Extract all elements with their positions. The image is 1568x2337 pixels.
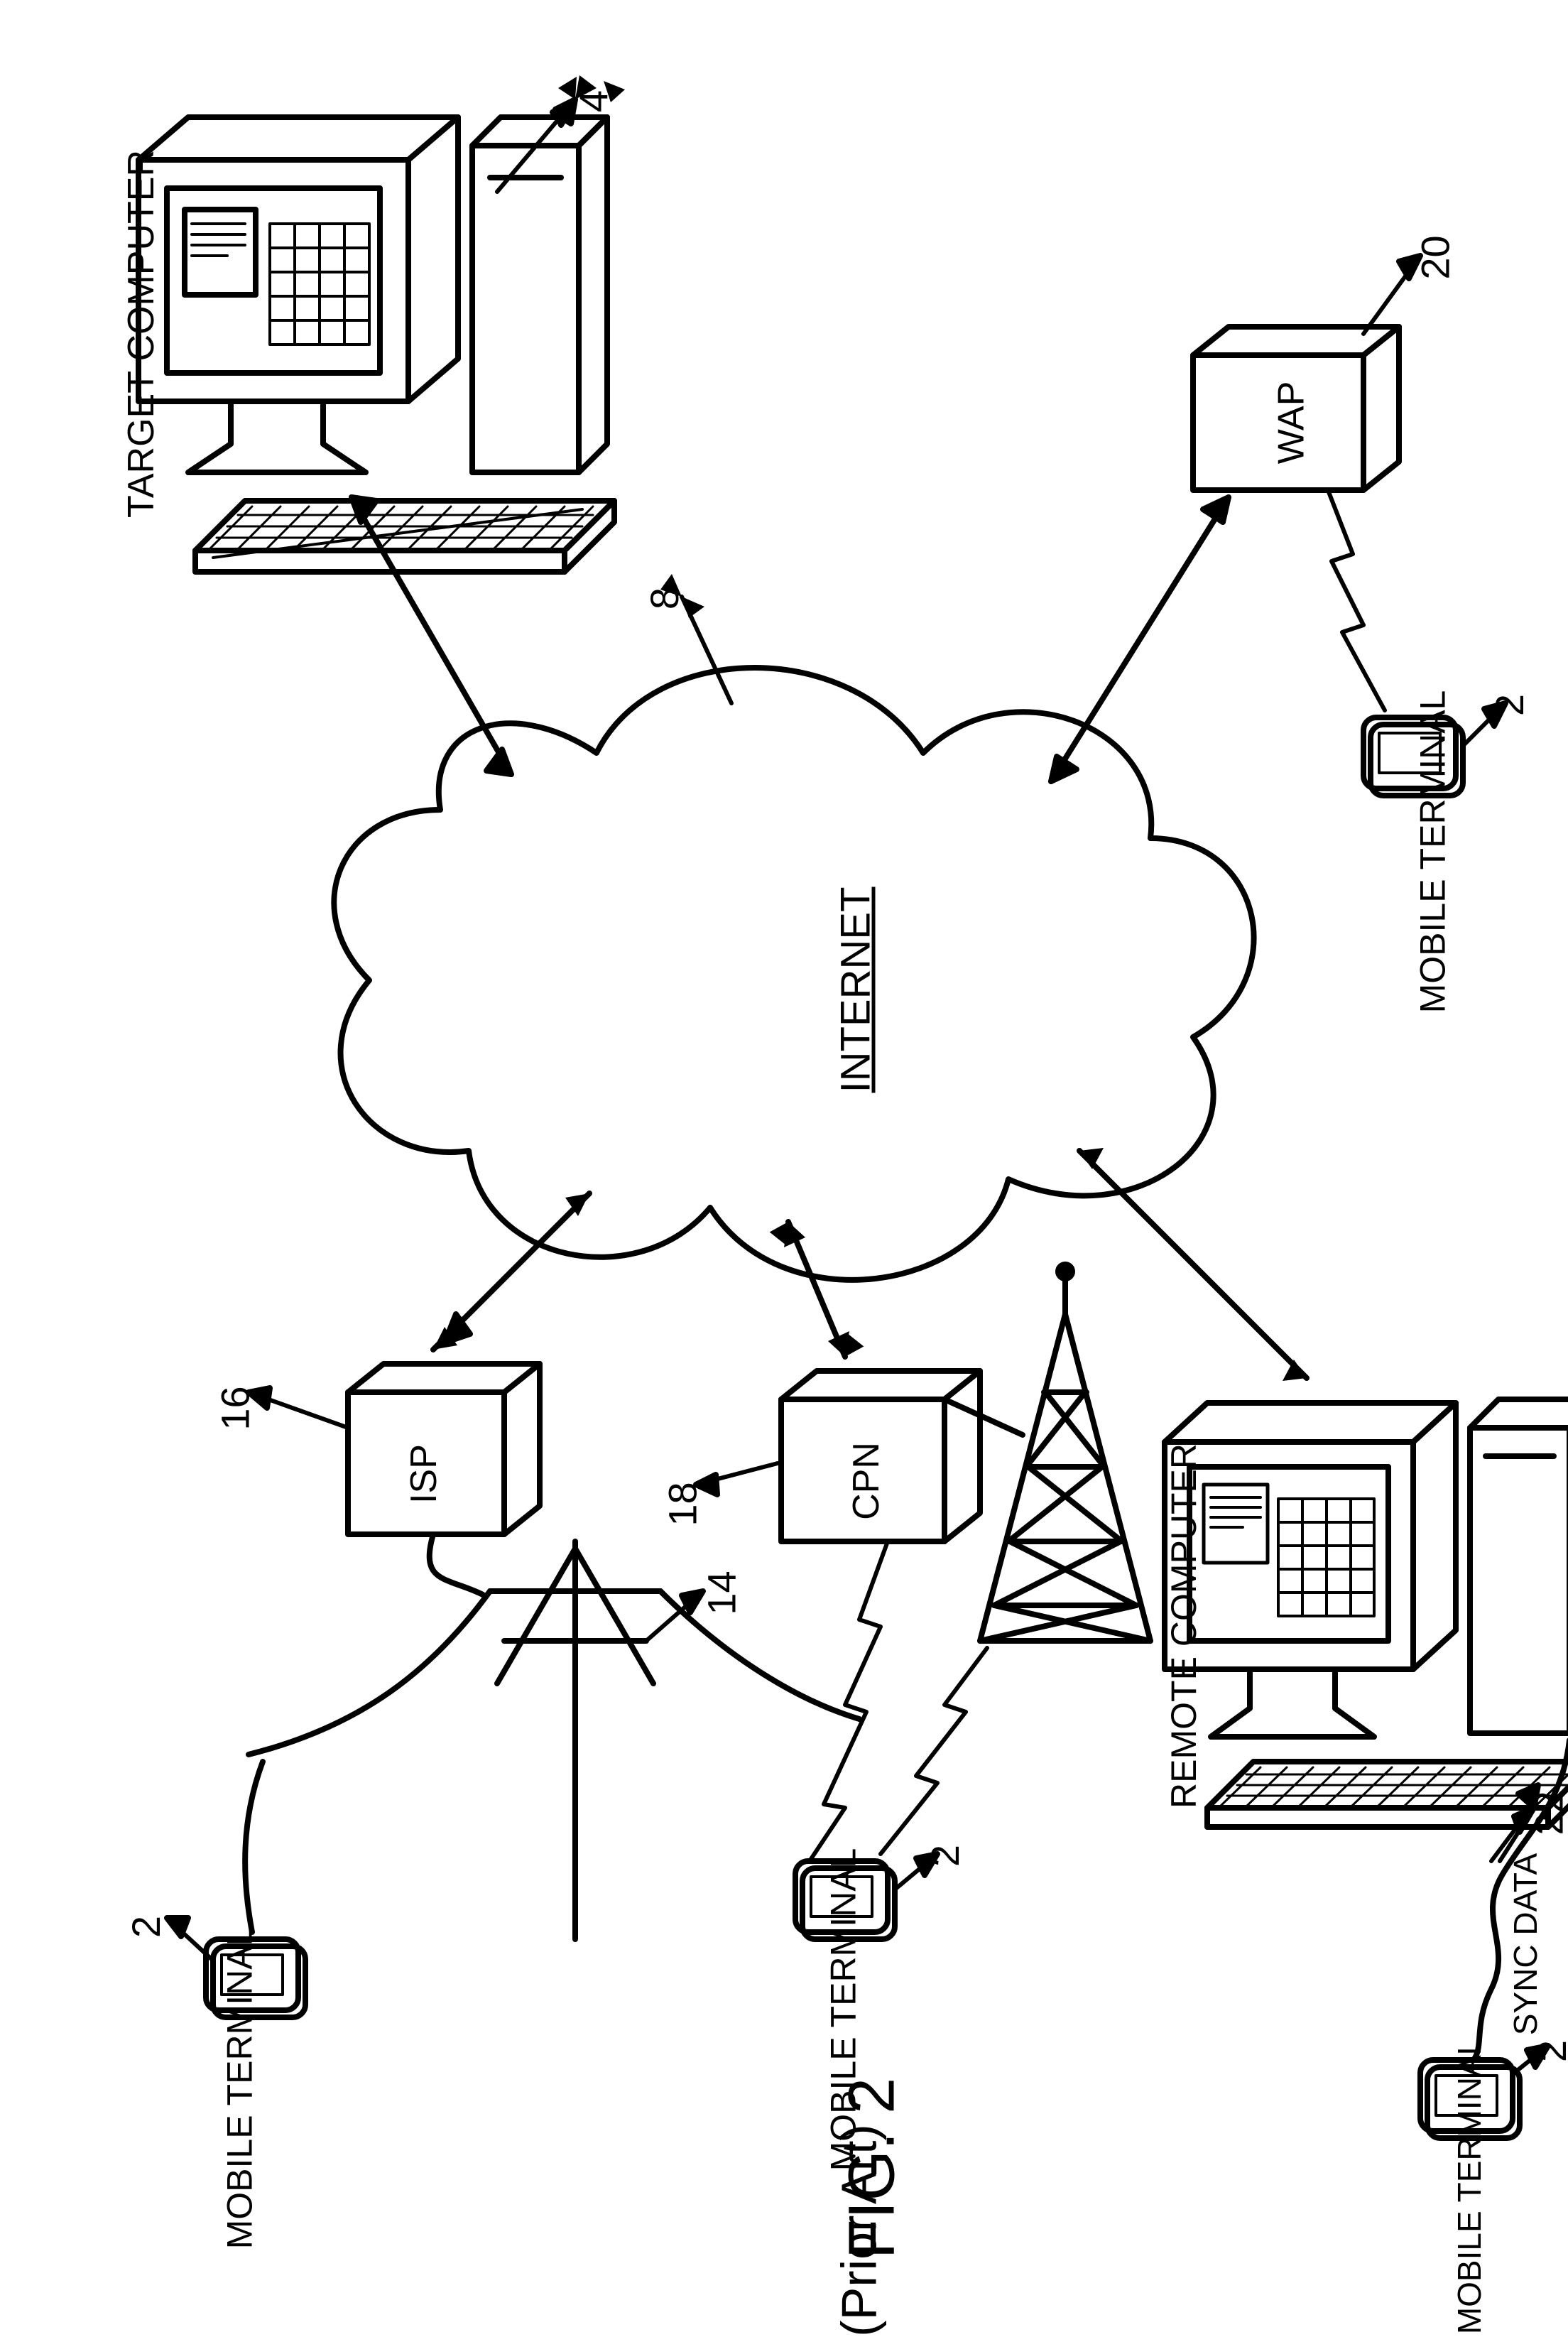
ref-22: 22 bbox=[1526, 1791, 1568, 1835]
isp-label: ISP bbox=[403, 1444, 445, 1504]
cpn-label: CPN bbox=[845, 1442, 888, 1520]
figure-subtitle: (Prior Art) bbox=[831, 2124, 888, 2336]
ref-2-isp: 2 bbox=[123, 1916, 169, 1938]
ref-8: 8 bbox=[641, 587, 687, 609]
mobile-label-isp: MOBILE TERMINAL bbox=[219, 1926, 260, 2250]
ref-18: 18 bbox=[660, 1482, 706, 1526]
internet-label: INTERNET bbox=[832, 887, 880, 1093]
ref-4: 4 bbox=[570, 90, 616, 112]
mobile-label-wap: MOBILE TERMINAL bbox=[1412, 690, 1453, 1014]
sync-data-label: SYNC DATA bbox=[1506, 1853, 1545, 2035]
target-computer-label: TARGET COMPUTER bbox=[120, 150, 163, 518]
remote-computer-label: REMOTE COMPUTER bbox=[1163, 1443, 1204, 1809]
ref-16: 16 bbox=[212, 1386, 258, 1430]
ref-2-wap: 2 bbox=[1486, 694, 1532, 716]
ref-2-cpn: 2 bbox=[922, 1845, 968, 1867]
ref-14: 14 bbox=[699, 1571, 745, 1615]
wap-label: WAP bbox=[1270, 381, 1312, 465]
ref-20: 20 bbox=[1412, 235, 1459, 279]
mobile-label-remote: MOBILE TERMINAL bbox=[1450, 2037, 1488, 2334]
ref-2-remote: 2 bbox=[1529, 2040, 1568, 2062]
